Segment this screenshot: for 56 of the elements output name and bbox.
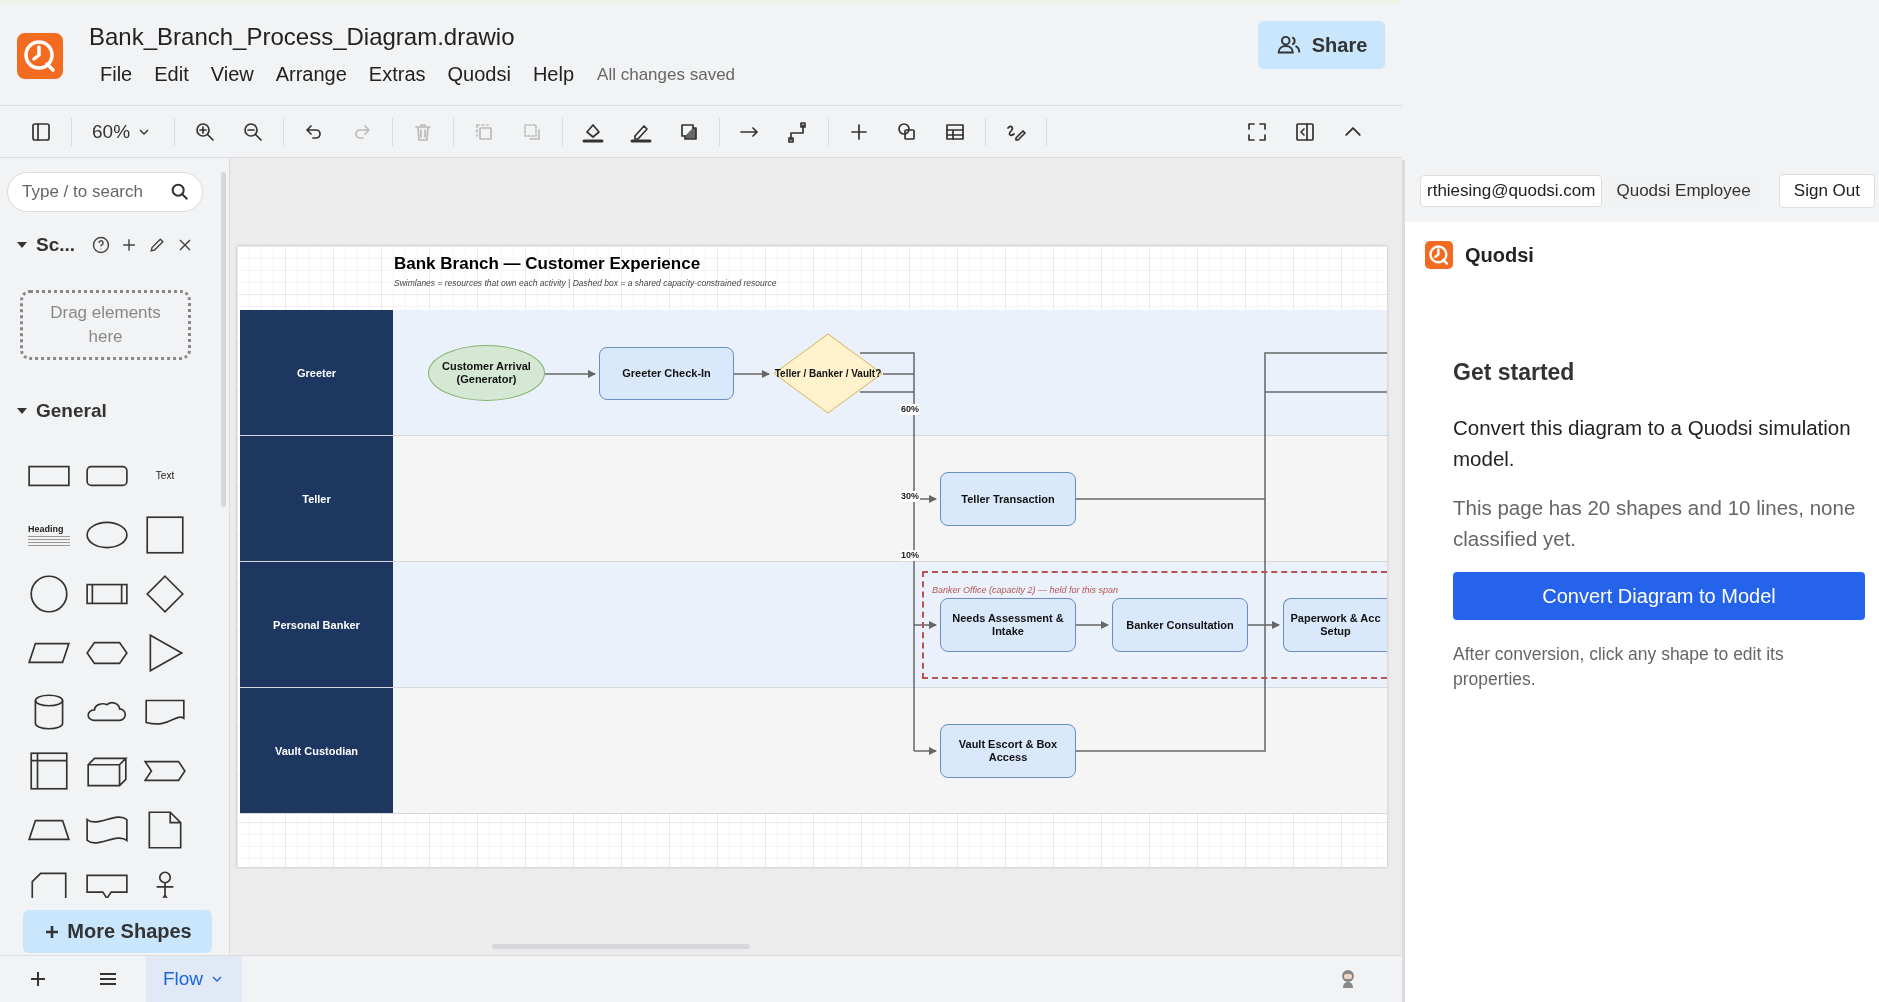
connector-arrow <box>733 370 770 378</box>
connector-arrow <box>913 621 937 629</box>
zoom-dropdown[interactable]: 60% <box>92 111 164 152</box>
menu-item[interactable]: Extras <box>357 61 437 88</box>
intro-text: Convert this diagram to a Quodsi simulation model. <box>1453 415 1852 472</box>
process-box: Greeter Check-In <box>599 347 734 400</box>
swimlane-header: Vault Custodian <box>240 688 393 813</box>
page-tab[interactable]: Flow <box>146 956 242 1002</box>
process-box: Banker Consultation <box>1112 598 1248 652</box>
menu-item[interactable]: Arrange <box>264 61 358 88</box>
section-heading: Get started <box>1453 359 1576 386</box>
branch-percentage: 30% <box>900 491 920 502</box>
drop-zone: Drag elements here <box>20 290 191 360</box>
process-box: Teller Transaction <box>940 472 1076 526</box>
scrollbar[interactable] <box>221 172 226 507</box>
more-shapes-button[interactable]: More Shapes <box>23 910 212 953</box>
connector-arrow <box>913 747 937 755</box>
brand-name: Quodsi <box>1465 243 1534 267</box>
file-name[interactable]: Bank_Branch_Process_Diagram.drawio <box>89 23 1258 51</box>
quodsi-logo-icon <box>1425 241 1453 269</box>
text-shape[interactable]: Text <box>155 470 175 481</box>
search-icon <box>169 181 191 203</box>
app-logo-icon <box>17 33 63 79</box>
help-icon[interactable] <box>91 235 112 255</box>
branch-percentage: 60% <box>900 404 920 415</box>
save-status: All changes saved <box>597 64 736 85</box>
menu-item[interactable]: Help <box>521 61 586 88</box>
process-box: Paperwork & Acc Setup <box>1283 598 1387 652</box>
share-button[interactable]: Share <box>1258 21 1385 69</box>
hint-text: After conversion, click any shape to edit its properties. <box>1453 643 1785 691</box>
diagram-subtitle: Swimlanes = resources that own each activity | Dashed box = a shared capacity-constrained resource <box>394 278 778 288</box>
branch-percentage: 10% <box>900 550 920 561</box>
swimlane-header: Greeter <box>240 310 393 435</box>
diagram-title: Bank Branch — Customer Experience <box>394 254 702 274</box>
convert-button[interactable]: Convert Diagram to Model <box>1453 572 1865 620</box>
status-text: This page has 20 shapes and 10 lines, none classified yet. <box>1453 495 1857 552</box>
section-title[interactable]: Sc... <box>36 234 76 256</box>
connector-arrow <box>1247 621 1280 629</box>
menu-item[interactable]: File <box>89 61 144 88</box>
decision-diamond: Teller / Banker / Vault? <box>773 333 883 414</box>
process-box: Vault Escort & Box Access <box>940 724 1076 778</box>
sign-out-button[interactable]: Sign Out <box>1778 174 1875 208</box>
heading-shape[interactable]: Heading <box>28 523 70 546</box>
section-title[interactable]: General <box>36 400 107 422</box>
connector-arrow <box>1075 621 1109 629</box>
process-box: Needs Assessment & Intake <box>940 598 1076 652</box>
collapse-icon <box>1345 127 1361 136</box>
menu-item[interactable]: Edit <box>143 61 200 88</box>
search-field[interactable]: Type / to search <box>7 172 203 212</box>
region-label: Banker Office (capacity 2) — held for this span <box>932 585 1119 595</box>
email-field: rthiesing@quodsi.com <box>1420 175 1603 207</box>
menu-item[interactable]: View <box>199 61 265 88</box>
connector-arrow <box>544 370 596 378</box>
swimlane-header: Personal Banker <box>240 562 393 687</box>
menu-item[interactable]: Quodsi <box>436 61 522 88</box>
swimlane-header: Teller <box>240 436 393 561</box>
